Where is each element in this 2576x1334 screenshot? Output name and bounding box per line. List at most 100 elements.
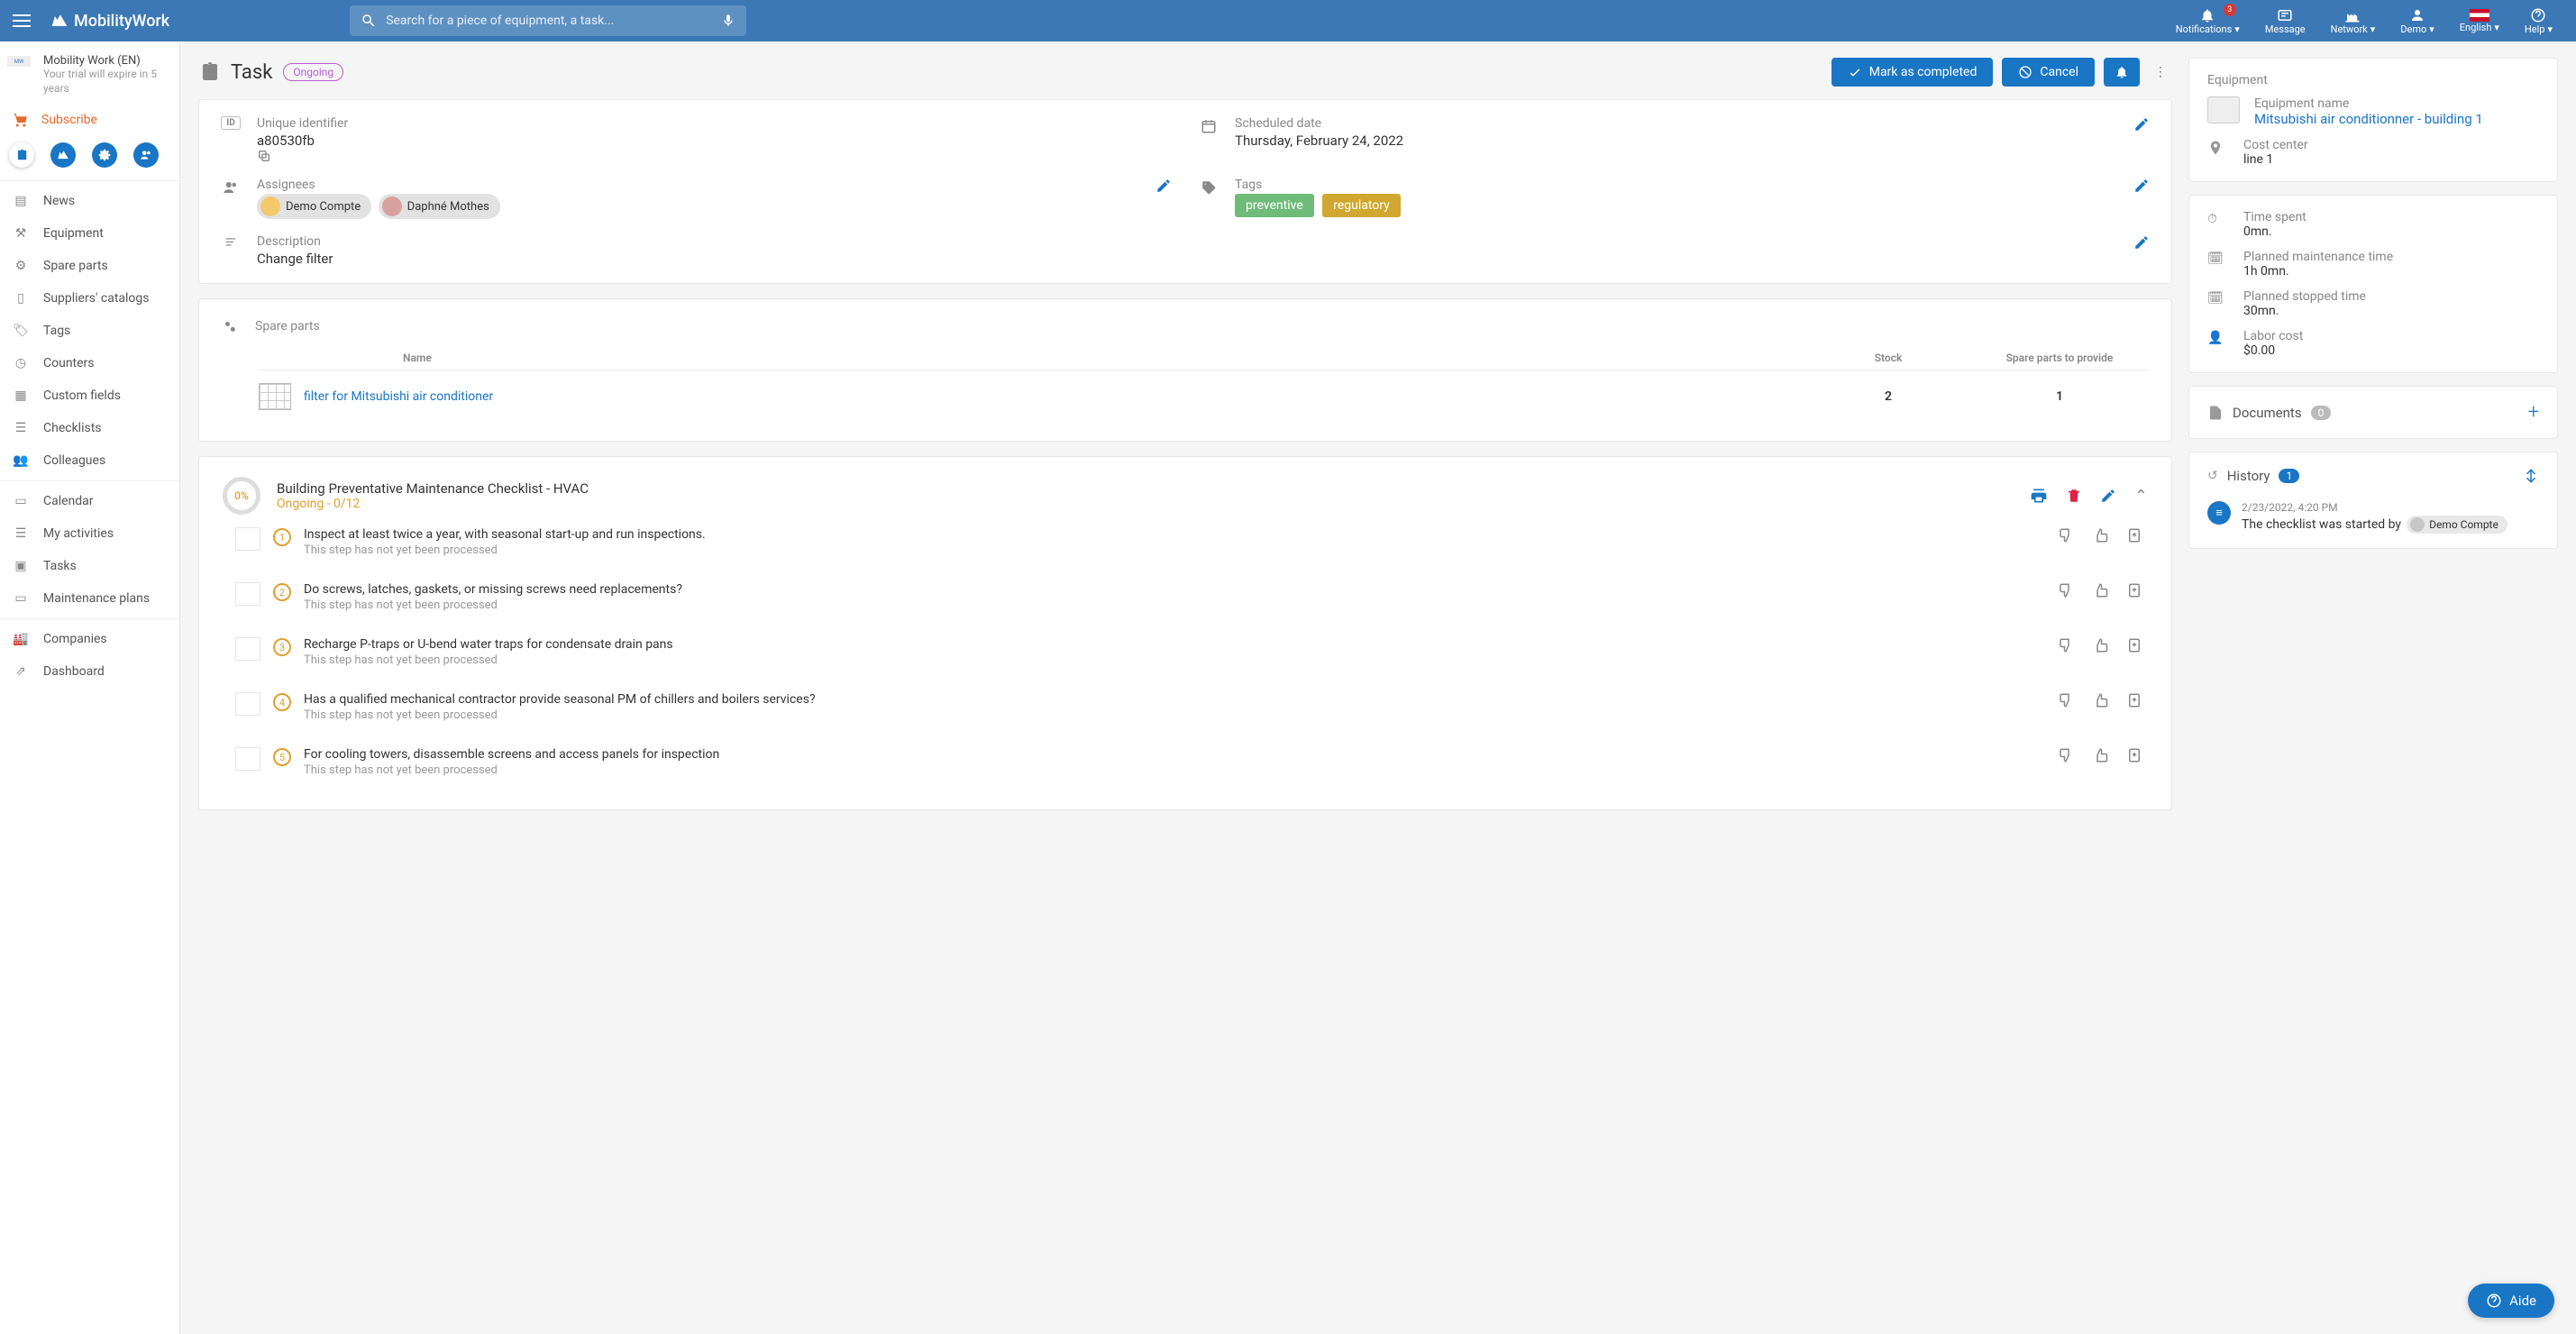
equipment-section-label: Equipment: [2207, 73, 2539, 87]
thumbs-up-icon[interactable]: [2092, 527, 2108, 544]
sidebar-item-tags[interactable]: 🏷Tags: [0, 315, 179, 347]
step-state: This step has not yet been processed: [304, 763, 2045, 777]
note-add-icon[interactable]: [2126, 527, 2142, 544]
sidebar-item-calendar[interactable]: ▭Calendar: [0, 485, 179, 517]
tag-preventive[interactable]: preventive: [1235, 194, 1314, 217]
description-label: Description: [257, 234, 2117, 249]
fields-icon: ▦: [13, 388, 29, 404]
sidebar-item-checklists[interactable]: ☰Checklists: [0, 412, 179, 444]
chevron-up-icon[interactable]: ⌃: [2134, 487, 2148, 506]
subscribe-link[interactable]: Subscribe: [0, 103, 179, 137]
edit-icon[interactable]: [2133, 178, 2150, 194]
col-name: Name: [259, 352, 1807, 364]
sidebar-item-activities[interactable]: ☰My activities: [0, 517, 179, 550]
copy-icon[interactable]: [257, 149, 1172, 163]
gear-icon: [221, 317, 239, 335]
step-text: Recharge P-traps or U-bend water traps f…: [304, 637, 2045, 652]
step-state: This step has not yet been processed: [304, 598, 2045, 612]
hamburger-icon[interactable]: [11, 10, 32, 32]
equipment-card: Equipment Equipment name Mitsubishi air …: [2188, 58, 2558, 182]
table-row: filter for Mitsubishi air conditioner 2 …: [259, 370, 2150, 423]
part-link[interactable]: filter for Mitsubishi air conditioner: [304, 389, 493, 404]
nav-network[interactable]: Network ▾: [2318, 7, 2389, 35]
bell-icon: [2199, 7, 2215, 23]
nav-notifications[interactable]: 3 Notifications ▾: [2163, 7, 2252, 35]
thumbs-down-icon[interactable]: [2058, 527, 2074, 544]
add-document-button[interactable]: +: [2528, 401, 2539, 424]
sidebar-item-counters[interactable]: ◷Counters: [0, 347, 179, 379]
edit-icon[interactable]: [2133, 116, 2150, 132]
help-fab-button[interactable]: Aide: [2468, 1284, 2554, 1318]
quick-action-group[interactable]: [133, 142, 159, 168]
history-entry: ≡ 2/23/2022, 4:20 PM The checklist was s…: [2207, 501, 2539, 534]
nav-message[interactable]: Message: [2252, 7, 2318, 35]
sidebar-item-equipment[interactable]: ⚒Equipment: [0, 217, 179, 250]
edit-icon[interactable]: [1156, 178, 1172, 194]
brand-logo[interactable]: MobilityWork: [50, 12, 169, 31]
sidebar-item-tasks[interactable]: ▣Tasks: [0, 550, 179, 582]
quick-action-tool[interactable]: [50, 142, 76, 168]
thumbs-up-icon[interactable]: [2092, 692, 2108, 708]
left-sidebar: MW Mobility Work (EN) Your trial will ex…: [0, 41, 180, 1334]
sidebar-item-companies[interactable]: 🏭Companies: [0, 623, 179, 655]
sidebar-item-news[interactable]: ▤News: [0, 185, 179, 217]
equipment-link[interactable]: Mitsubishi air conditionner - building 1: [2254, 111, 2483, 127]
uid-value: a80530fb: [257, 132, 315, 149]
sidebar-item-suppliers[interactable]: ▯Suppliers' catalogs: [0, 282, 179, 315]
sidebar-item-custom-fields[interactable]: ▦Custom fields: [0, 379, 179, 412]
sidebar-item-dashboard[interactable]: ⇗Dashboard: [0, 655, 179, 688]
checklist-item: 2 Do screws, latches, gaskets, or missin…: [223, 570, 2148, 625]
notify-button[interactable]: [2104, 58, 2140, 87]
quick-action-clipboard[interactable]: [9, 142, 34, 168]
sidebar-item-colleagues[interactable]: 👥Colleagues: [0, 444, 179, 477]
note-add-icon[interactable]: [2126, 582, 2142, 598]
thumbs-down-icon[interactable]: [2058, 637, 2074, 653]
task-details-card: ID Unique identifier a80530fb: [198, 99, 2172, 284]
mark-completed-button[interactable]: Mark as completed: [1832, 58, 1994, 87]
edit-icon[interactable]: [2100, 488, 2116, 504]
notes-icon: [221, 234, 241, 249]
history-timestamp: 2/23/2022, 4:20 PM: [2242, 501, 2539, 514]
print-icon[interactable]: [2030, 487, 2048, 505]
history-card: ↺ History 1 ≡ 2/23/2022, 4:20 PM The che…: [2188, 452, 2558, 549]
thumbs-down-icon[interactable]: [2058, 582, 2074, 598]
delete-icon[interactable]: [2066, 487, 2082, 505]
search-input[interactable]: [386, 14, 721, 28]
note-add-icon[interactable]: [2126, 692, 2142, 708]
calendar-stop-icon: 🗓: [2207, 289, 2229, 306]
trial-notice: Your trial will expire in 5 years: [43, 68, 170, 96]
sort-icon[interactable]: [2523, 467, 2539, 485]
thumbs-up-icon[interactable]: [2092, 747, 2108, 763]
quick-action-gear[interactable]: [92, 142, 117, 168]
calendar-icon: [1199, 116, 1219, 134]
edit-icon[interactable]: [2133, 234, 2150, 251]
nav-language[interactable]: English ▾: [2447, 9, 2512, 33]
sidebar-item-plans[interactable]: ▭Maintenance plans: [0, 582, 179, 615]
page-header: Task Ongoing Mark as completed Cancel ⋮: [198, 58, 2172, 87]
global-search[interactable]: [350, 5, 746, 36]
mic-icon[interactable]: [721, 12, 735, 30]
chevron-down-icon: ▾: [2494, 22, 2499, 33]
assignee-chip[interactable]: Daphné Mothes: [379, 194, 500, 219]
note-add-icon[interactable]: [2126, 637, 2142, 653]
tag-regulatory[interactable]: regulatory: [1322, 194, 1401, 217]
nav-demo[interactable]: Demo ▾: [2388, 7, 2447, 35]
equipment-icon: ⚒: [13, 225, 29, 242]
note-add-icon[interactable]: [2126, 747, 2142, 763]
spare-parts-card: Spare parts Name Stock Spare parts to pr…: [198, 298, 2172, 442]
more-menu-button[interactable]: ⋮: [2149, 58, 2172, 87]
help-icon: [2486, 1293, 2502, 1309]
assignee-chip[interactable]: Demo Compte: [257, 194, 371, 219]
thumbs-up-icon[interactable]: [2092, 637, 2108, 653]
thumbs-down-icon[interactable]: [2058, 747, 2074, 763]
people-icon: [221, 178, 241, 196]
prohibit-icon: [2018, 65, 2032, 79]
step-thumbnail: [235, 582, 260, 606]
sidebar-item-spare-parts[interactable]: ⚙Spare parts: [0, 250, 179, 282]
thumbs-down-icon[interactable]: [2058, 692, 2074, 708]
thumbs-up-icon[interactable]: [2092, 582, 2108, 598]
step-number: 5: [273, 748, 291, 766]
cancel-button[interactable]: Cancel: [2002, 58, 2095, 87]
nav-help[interactable]: Help ▾: [2512, 7, 2565, 35]
message-icon: [2277, 7, 2293, 23]
